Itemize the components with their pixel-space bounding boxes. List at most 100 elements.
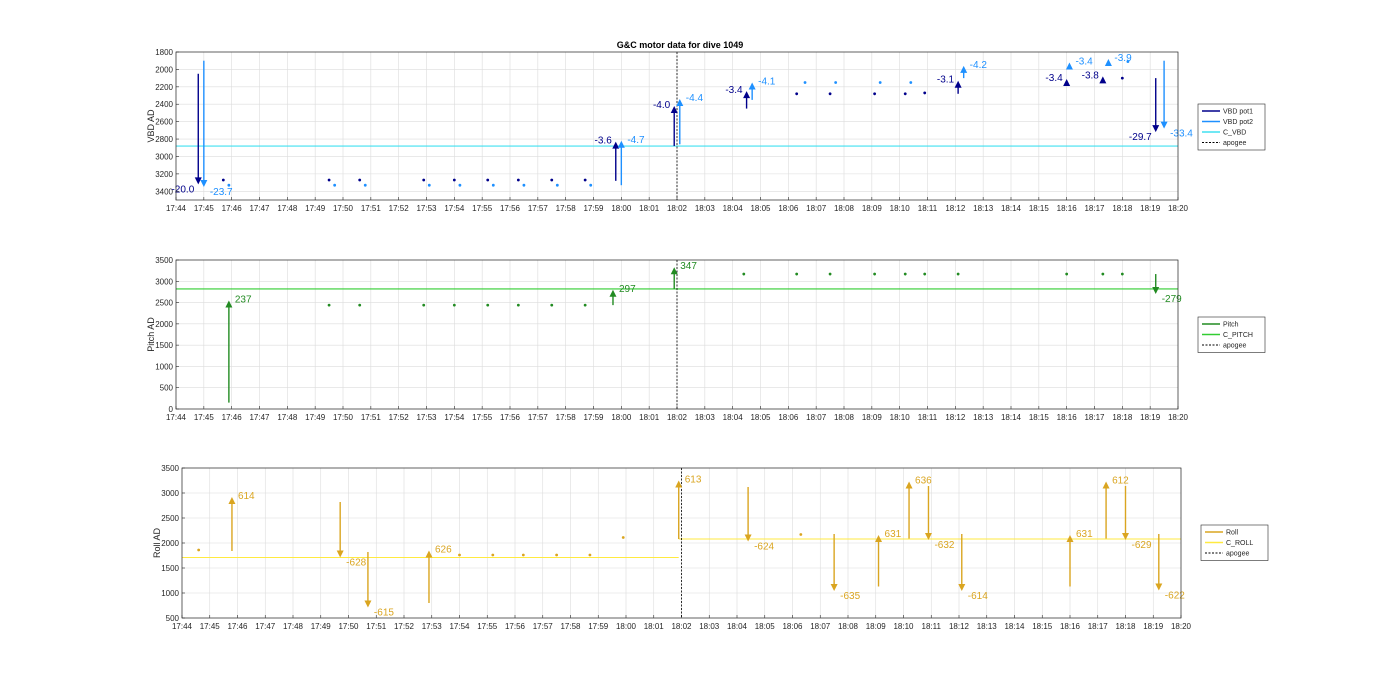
data-point xyxy=(742,272,746,276)
x-tick-label: 17:49 xyxy=(311,622,332,631)
y-tick-label: 0 xyxy=(169,405,174,414)
x-tick-label: 17:45 xyxy=(194,204,215,213)
data-point xyxy=(795,272,799,276)
legend: Roll C_ROLLapogee xyxy=(1200,524,1269,561)
data-point xyxy=(583,303,587,307)
data-point xyxy=(828,272,832,276)
arrow-label: -3.6 xyxy=(595,136,613,147)
data-point xyxy=(197,548,201,552)
y-tick-label: 1500 xyxy=(161,564,179,573)
y-tick-label: 1000 xyxy=(161,589,179,598)
x-tick-label: 18:20 xyxy=(1168,413,1189,422)
x-tick-label: 18:15 xyxy=(1029,204,1050,213)
x-tick-label: 18:10 xyxy=(890,204,911,213)
arrow-label: -3.4 xyxy=(1045,73,1063,84)
x-tick-label: 18:20 xyxy=(1171,622,1192,631)
x-tick-label: 18:17 xyxy=(1084,413,1105,422)
y-tick-label: 2800 xyxy=(155,135,173,144)
x-tick-label: 17:52 xyxy=(394,622,415,631)
y-tick-label: 2500 xyxy=(155,299,173,308)
x-tick-label: 18:07 xyxy=(806,204,827,213)
data-point xyxy=(327,178,331,182)
x-tick-label: 18:11 xyxy=(922,622,942,631)
x-tick-label: 18:12 xyxy=(949,622,970,631)
data-point xyxy=(878,81,882,84)
y-tick-label: 2400 xyxy=(155,100,173,109)
data-point xyxy=(923,272,927,276)
x-tick-label: 17:44 xyxy=(166,204,187,213)
data-point xyxy=(903,92,907,96)
x-tick-label: 17:48 xyxy=(283,622,304,631)
x-tick-label: 18:07 xyxy=(806,413,827,422)
x-tick-label: 18:19 xyxy=(1140,204,1161,213)
arrow-label: -3.4 xyxy=(725,85,743,96)
data-point xyxy=(516,303,520,307)
data-point xyxy=(358,303,362,307)
y-tick-label: 3000 xyxy=(155,277,173,286)
x-tick-label: 17:54 xyxy=(444,204,465,213)
data-point xyxy=(583,178,587,182)
arrow-label: -4.4 xyxy=(686,93,704,104)
x-tick-label: 18:18 xyxy=(1112,413,1133,422)
arrow-label: -4.2 xyxy=(970,60,988,71)
data-point xyxy=(956,272,960,276)
x-tick-label: 17:53 xyxy=(416,413,437,422)
data-point xyxy=(458,553,461,557)
y-tick-label: 2000 xyxy=(161,539,179,548)
arrow-label: -279 xyxy=(1162,294,1182,305)
x-tick-label: 17:46 xyxy=(227,622,248,631)
x-tick-label: 17:55 xyxy=(472,204,493,213)
legend-label: C_VBD xyxy=(1223,130,1246,137)
x-tick-label: 17:47 xyxy=(249,204,270,213)
data-point xyxy=(555,183,559,187)
data-point xyxy=(799,533,803,536)
x-tick-label: 18:15 xyxy=(1032,622,1053,631)
x-tick-label: 18:20 xyxy=(1168,204,1189,213)
subplot-roll: 17:44 17:45 17:46 17:47 17:48 17:49 17:50 17:51… xyxy=(152,464,1269,631)
arrow-label: -4.1 xyxy=(758,76,776,87)
x-tick-label: 18:12 xyxy=(945,413,966,422)
x-tick-label: 17:47 xyxy=(255,622,276,631)
x-tick-label: 17:58 xyxy=(560,622,581,631)
x-tick-label: 18:04 xyxy=(727,622,748,631)
y-tick-label: 500 xyxy=(160,384,174,393)
x-tick-label: 17:52 xyxy=(389,204,410,213)
arrow-label: -20.0 xyxy=(171,184,194,195)
x-tick-label: 17:48 xyxy=(277,204,298,213)
x-tick-label: 17:46 xyxy=(222,204,243,213)
arrow-label: -615 xyxy=(374,608,394,619)
arrow-label: -3.8 xyxy=(1082,70,1100,81)
data-point xyxy=(452,303,456,307)
data-point xyxy=(491,183,495,187)
data-point xyxy=(550,303,554,307)
legend: Pitch C_PITCHapogee xyxy=(1197,316,1266,353)
arrow-label: 613 xyxy=(685,475,702,486)
x-tick-label: 17:46 xyxy=(222,413,243,422)
data-point xyxy=(522,183,526,187)
y-tick-label: 3000 xyxy=(155,152,173,161)
x-tick-label: 18:16 xyxy=(1057,413,1078,422)
x-tick-label: 18:16 xyxy=(1060,622,1081,631)
data-point xyxy=(452,178,456,182)
arrow-label: 612 xyxy=(1112,476,1129,487)
x-tick-label: 18:19 xyxy=(1140,413,1161,422)
data-point xyxy=(327,303,331,307)
x-tick-label: 18:00 xyxy=(616,622,637,631)
legend-label: VBD pot2 xyxy=(1223,119,1253,126)
x-tick-label: 18:12 xyxy=(945,204,966,213)
x-tick-label: 17:47 xyxy=(249,413,270,422)
x-tick-label: 18:02 xyxy=(667,413,688,422)
arrow-label: -3.1 xyxy=(937,75,955,86)
arrow-label: -628 xyxy=(346,558,366,569)
data-point xyxy=(555,553,559,557)
x-tick-label: 18:14 xyxy=(1004,622,1025,631)
arrow-label: -29.7 xyxy=(1129,132,1152,143)
arrow-label: 347 xyxy=(680,261,697,272)
x-tick-label: 17:52 xyxy=(389,413,410,422)
x-tick-label: 18:09 xyxy=(862,204,883,213)
legend-label: apogee xyxy=(1226,551,1249,558)
y-tick-label: 3500 xyxy=(161,464,179,473)
x-tick-label: 17:56 xyxy=(500,204,521,213)
y-tick-label: 2200 xyxy=(155,83,173,92)
y-tick-label: 2000 xyxy=(155,320,173,329)
